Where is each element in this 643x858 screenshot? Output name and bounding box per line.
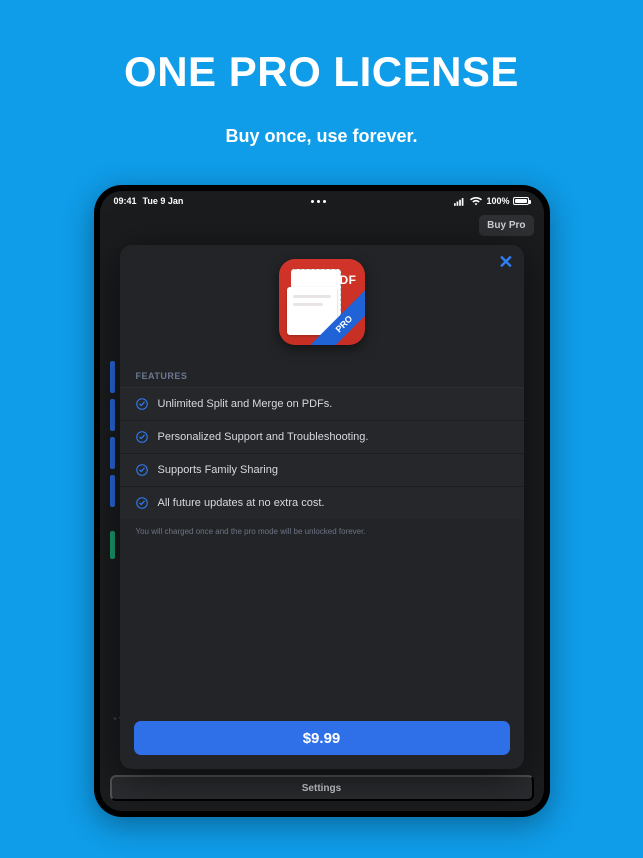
close-icon: ✕ xyxy=(498,252,513,272)
app-icon-wrap: PDF PRO xyxy=(279,259,365,345)
hero-subtitle: Buy once, use forever. xyxy=(225,126,417,147)
features-header: FEATURES xyxy=(120,371,524,387)
nav-row: Buy Pro xyxy=(100,211,544,239)
feature-text: All future updates at no extra cost. xyxy=(158,497,325,509)
battery-icon xyxy=(513,197,529,205)
hero-title: ONE PRO LICENSE xyxy=(124,48,519,96)
check-icon xyxy=(136,398,148,410)
check-icon xyxy=(136,497,148,509)
check-icon xyxy=(136,464,148,476)
check-icon xyxy=(136,431,148,443)
wifi-icon xyxy=(470,197,482,206)
feature-row: Personalized Support and Troubleshooting… xyxy=(120,420,524,453)
status-date: Tue 9 Jan xyxy=(143,196,184,206)
buy-pro-button[interactable]: Buy Pro xyxy=(479,215,533,236)
battery-percent: 100% xyxy=(486,196,509,206)
app-icon-text: PDF xyxy=(331,273,357,287)
feature-row: Supports Family Sharing xyxy=(120,453,524,486)
purchase-disclaimer: You will charged once and the pro mode w… xyxy=(120,519,524,536)
close-button[interactable]: ✕ xyxy=(498,253,513,271)
ipad-frame: 09:41 Tue 9 Jan 100% Buy Pro xyxy=(94,185,550,817)
status-time: 09:41 xyxy=(114,196,137,206)
feature-row: Unlimited Split and Merge on PDFs. xyxy=(120,387,524,420)
multitask-indicator xyxy=(311,200,326,203)
pro-purchase-sheet: ✕ PDF PRO FEATURES Unlimited Split and M… xyxy=(120,245,524,769)
ipad-screen: 09:41 Tue 9 Jan 100% Buy Pro xyxy=(100,191,544,811)
app-icon: PDF PRO xyxy=(279,259,365,345)
purchase-button[interactable]: $9.99 xyxy=(134,721,510,755)
settings-button[interactable]: Settings xyxy=(110,775,534,801)
feature-text: Supports Family Sharing xyxy=(158,464,278,476)
status-bar: 09:41 Tue 9 Jan 100% xyxy=(100,191,544,211)
feature-row: All future updates at no extra cost. xyxy=(120,486,524,519)
feature-text: Unlimited Split and Merge on PDFs. xyxy=(158,398,333,410)
signal-icon xyxy=(454,197,466,206)
feature-text: Personalized Support and Troubleshooting… xyxy=(158,431,369,443)
